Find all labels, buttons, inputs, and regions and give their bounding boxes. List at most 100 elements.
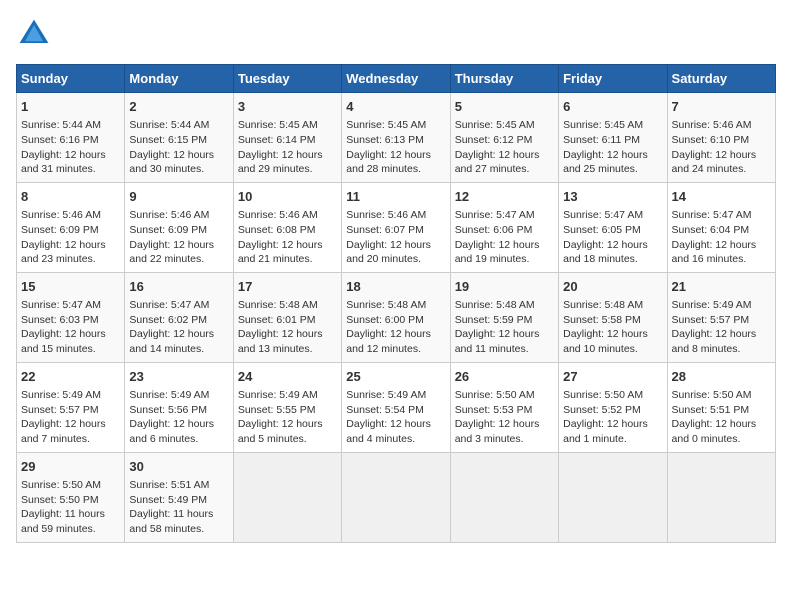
day-info-line: Daylight: 12 hours (346, 238, 445, 253)
day-info-line: Sunrise: 5:45 AM (238, 118, 337, 133)
day-info-line: Sunrise: 5:49 AM (346, 388, 445, 403)
day-number: 11 (346, 188, 445, 206)
day-info-line: Sunrise: 5:47 AM (563, 208, 662, 223)
day-info-line: Sunset: 6:13 PM (346, 133, 445, 148)
col-header-sunday: Sunday (17, 65, 125, 93)
day-number: 4 (346, 98, 445, 116)
day-cell: 11Sunrise: 5:46 AMSunset: 6:07 PMDayligh… (342, 182, 450, 272)
day-info-line: Daylight: 12 hours (238, 327, 337, 342)
day-info-line: Sunset: 6:04 PM (672, 223, 771, 238)
day-info-line: Sunrise: 5:49 AM (129, 388, 228, 403)
day-info-line: and 59 minutes. (21, 522, 120, 537)
day-info-line: Sunset: 6:03 PM (21, 313, 120, 328)
day-cell: 4Sunrise: 5:45 AMSunset: 6:13 PMDaylight… (342, 93, 450, 183)
day-info-line: Sunset: 5:49 PM (129, 493, 228, 508)
day-number: 18 (346, 278, 445, 296)
day-number: 13 (563, 188, 662, 206)
col-header-tuesday: Tuesday (233, 65, 341, 93)
day-number: 10 (238, 188, 337, 206)
day-info-line: Sunset: 6:01 PM (238, 313, 337, 328)
week-row-4: 22Sunrise: 5:49 AMSunset: 5:57 PMDayligh… (17, 362, 776, 452)
day-info-line: and 22 minutes. (129, 252, 228, 267)
day-info-line: Sunrise: 5:44 AM (21, 118, 120, 133)
day-cell: 30Sunrise: 5:51 AMSunset: 5:49 PMDayligh… (125, 452, 233, 542)
day-cell: 8Sunrise: 5:46 AMSunset: 6:09 PMDaylight… (17, 182, 125, 272)
day-number: 16 (129, 278, 228, 296)
day-info-line: and 1 minute. (563, 432, 662, 447)
day-info-line: Daylight: 12 hours (455, 327, 554, 342)
day-cell (559, 452, 667, 542)
day-info-line: Daylight: 12 hours (563, 238, 662, 253)
day-info-line: and 15 minutes. (21, 342, 120, 357)
day-number: 1 (21, 98, 120, 116)
day-cell (342, 452, 450, 542)
day-info-line: Sunset: 5:58 PM (563, 313, 662, 328)
day-info-line: and 5 minutes. (238, 432, 337, 447)
day-cell: 15Sunrise: 5:47 AMSunset: 6:03 PMDayligh… (17, 272, 125, 362)
day-info-line: Sunset: 6:07 PM (346, 223, 445, 238)
week-row-1: 1Sunrise: 5:44 AMSunset: 6:16 PMDaylight… (17, 93, 776, 183)
day-info-line: Sunrise: 5:48 AM (455, 298, 554, 313)
day-cell: 13Sunrise: 5:47 AMSunset: 6:05 PMDayligh… (559, 182, 667, 272)
day-cell: 27Sunrise: 5:50 AMSunset: 5:52 PMDayligh… (559, 362, 667, 452)
day-info-line: Sunset: 6:16 PM (21, 133, 120, 148)
day-info-line: and 58 minutes. (129, 522, 228, 537)
day-info-line: Sunset: 6:15 PM (129, 133, 228, 148)
calendar-table: SundayMondayTuesdayWednesdayThursdayFrid… (16, 64, 776, 543)
day-cell: 26Sunrise: 5:50 AMSunset: 5:53 PMDayligh… (450, 362, 558, 452)
day-info-line: Daylight: 12 hours (21, 148, 120, 163)
day-cell: 7Sunrise: 5:46 AMSunset: 6:10 PMDaylight… (667, 93, 775, 183)
day-info-line: Sunset: 5:53 PM (455, 403, 554, 418)
day-info-line: Sunset: 6:08 PM (238, 223, 337, 238)
day-cell: 9Sunrise: 5:46 AMSunset: 6:09 PMDaylight… (125, 182, 233, 272)
day-info-line: Sunrise: 5:47 AM (21, 298, 120, 313)
day-info-line: Daylight: 12 hours (129, 417, 228, 432)
day-info-line: Daylight: 12 hours (129, 148, 228, 163)
day-info-line: and 20 minutes. (346, 252, 445, 267)
day-cell: 14Sunrise: 5:47 AMSunset: 6:04 PMDayligh… (667, 182, 775, 272)
col-header-friday: Friday (559, 65, 667, 93)
day-info-line: Sunrise: 5:50 AM (21, 478, 120, 493)
day-cell: 16 Sunrise: 5:47 AMSunset: 6:02 PMDayligh… (125, 272, 233, 362)
day-info-line: Sunset: 5:57 PM (672, 313, 771, 328)
day-info-line: Sunrise: 5:46 AM (21, 208, 120, 223)
calendar-header-row: SundayMondayTuesdayWednesdayThursdayFrid… (17, 65, 776, 93)
day-info-line: Sunset: 5:51 PM (672, 403, 771, 418)
day-info-line: Sunset: 6:09 PM (129, 223, 228, 238)
day-info-line: Sunrise: 5:47 AM (129, 298, 228, 313)
day-info-line: Daylight: 12 hours (21, 327, 120, 342)
day-cell: 22Sunrise: 5:49 AMSunset: 5:57 PMDayligh… (17, 362, 125, 452)
day-number: 30 (129, 458, 228, 476)
day-info-line: Daylight: 12 hours (455, 417, 554, 432)
day-info-line: Daylight: 12 hours (672, 148, 771, 163)
day-info-line: Sunrise: 5:50 AM (455, 388, 554, 403)
day-info-line: Sunrise: 5:51 AM (129, 478, 228, 493)
day-number: 9 (129, 188, 228, 206)
day-info-line: and 13 minutes. (238, 342, 337, 357)
day-number: 27 (563, 368, 662, 386)
day-number: 24 (238, 368, 337, 386)
day-info-line: Sunrise: 5:48 AM (238, 298, 337, 313)
day-info-line: Daylight: 12 hours (672, 327, 771, 342)
day-info-line: and 16 minutes. (672, 252, 771, 267)
day-number: 3 (238, 98, 337, 116)
day-number: 23 (129, 368, 228, 386)
day-cell (450, 452, 558, 542)
day-cell: 28Sunrise: 5:50 AMSunset: 5:51 PMDayligh… (667, 362, 775, 452)
day-info-line: Sunrise: 5:49 AM (672, 298, 771, 313)
day-info-line: and 12 minutes. (346, 342, 445, 357)
day-info-line: and 10 minutes. (563, 342, 662, 357)
day-number: 5 (455, 98, 554, 116)
day-info-line: Sunrise: 5:46 AM (129, 208, 228, 223)
day-info-line: Sunset: 6:14 PM (238, 133, 337, 148)
day-cell: 5Sunrise: 5:45 AMSunset: 6:12 PMDaylight… (450, 93, 558, 183)
day-info-line: Daylight: 12 hours (346, 148, 445, 163)
day-info-line: and 23 minutes. (21, 252, 120, 267)
calendar-body: 1Sunrise: 5:44 AMSunset: 6:16 PMDaylight… (17, 93, 776, 543)
day-info-line: Sunset: 6:00 PM (346, 313, 445, 328)
day-info-line: Sunset: 6:02 PM (129, 313, 228, 328)
day-cell (233, 452, 341, 542)
day-info-line: and 0 minutes. (672, 432, 771, 447)
day-cell: 24Sunrise: 5:49 AMSunset: 5:55 PMDayligh… (233, 362, 341, 452)
day-info-line: Daylight: 12 hours (129, 327, 228, 342)
